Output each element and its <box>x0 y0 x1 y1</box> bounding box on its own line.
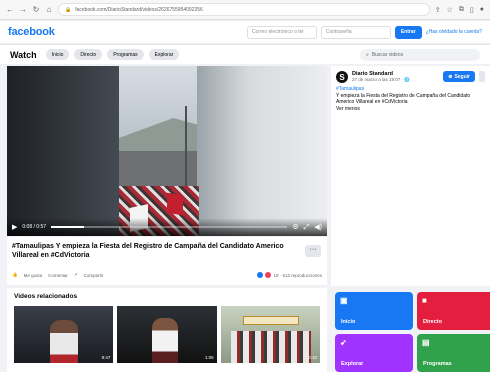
progress-bar[interactable] <box>51 226 288 228</box>
forward-icon[interactable]: → <box>19 5 27 14</box>
tile-programas[interactable]: ▤ Programas <box>417 334 490 372</box>
related-videos: Videos relacionados 8:47 1:05 0:10 <box>7 288 327 372</box>
post-description: #Tamaulipas Y empieza la Fiesta del Regi… <box>336 86 485 112</box>
rocket-icon: ➶ <box>340 338 347 347</box>
back-icon[interactable]: ← <box>6 5 14 14</box>
share-icon[interactable]: ↗ <box>74 272 78 278</box>
related-video-3[interactable]: 0:10 <box>220 306 320 363</box>
like-icon[interactable]: 👍 <box>12 272 18 278</box>
share-button[interactable]: Compartir <box>84 273 104 278</box>
video-duration: 0:10 <box>308 355 317 360</box>
like-button[interactable]: Me gusta <box>24 273 43 278</box>
player-controls: ▶ 0:08 / 0:57 ⚙ ⤢ ◀) <box>7 218 327 236</box>
tab-programas[interactable]: Programas <box>107 49 144 60</box>
tile-label: Explorar <box>341 361 364 367</box>
avatar[interactable]: S <box>336 71 348 83</box>
progress-fill <box>51 226 85 228</box>
share-icon[interactable]: ⇪ <box>435 6 441 14</box>
flag-red <box>167 192 183 216</box>
tab-inicio[interactable]: Inicio <box>45 49 70 60</box>
video-duration: 8:47 <box>101 355 111 360</box>
tile-inicio[interactable]: ▣ Inicio <box>335 292 413 330</box>
video-duration: 1:05 <box>204 355 214 360</box>
email-field[interactable]: Correo electrónico o tel <box>246 25 317 39</box>
search-placeholder: Buscar videos <box>371 51 404 58</box>
utility-pole <box>185 106 187 196</box>
publisher-panel: S Diario Standard 27 de marzo a las 19:0… <box>331 66 490 286</box>
forgot-account-link[interactable]: ¿Has olvidado la cuenta? <box>426 29 482 35</box>
watch-shortcut-tiles: ▣ Inicio ■ Directo ➶ Explorar ▤ Programa… <box>335 292 490 372</box>
action-bar: 👍 Me gusta Comentar ↗ Compartir <box>12 272 103 278</box>
tile-label: Programas <box>423 361 452 367</box>
facebook-header: facebook Correo electrónico o tel Contra… <box>0 21 490 43</box>
tab-explorar[interactable]: Explorar <box>148 49 180 60</box>
search-icon: ⌕ <box>366 51 369 58</box>
tv-icon: ▣ <box>340 296 348 305</box>
star-icon[interactable]: ☆ <box>447 6 453 14</box>
url-text: facebook.com/DiarioStandard/videos/26267… <box>75 6 203 13</box>
reload-icon[interactable]: ↻ <box>32 5 40 14</box>
description-text: Y empieza la Fiesta del Registro de Camp… <box>336 92 471 106</box>
related-video-2[interactable]: 1:05 <box>117 306 217 363</box>
tab-directo[interactable]: Directo <box>74 49 103 60</box>
building-right <box>197 66 327 236</box>
tile-label: Directo <box>423 319 442 325</box>
player-time: 0:08 / 0:57 <box>22 224 47 230</box>
bookmark-icon: ▤ <box>422 338 430 347</box>
related-video-1[interactable]: 8:47 <box>14 306 114 363</box>
browser-toolbar: ← → ↻ ⌂ 🔒 facebook.com/DiarioStandard/vi… <box>0 0 490 20</box>
like-reaction-icon <box>257 272 264 278</box>
video-info-card: #Tamaulipas Y empieza la Fiesta del Regi… <box>7 237 327 285</box>
comment-button[interactable]: Comentar <box>48 273 68 278</box>
tile-directo[interactable]: ■ Directo <box>417 292 490 330</box>
more-options-button[interactable]: ··· <box>305 245 321 257</box>
post-timestamp[interactable]: 27 de marzo a las 19:07 · 🌐 <box>352 77 410 83</box>
see-less-link[interactable]: Ver menos <box>336 106 485 113</box>
building-left <box>7 66 119 236</box>
password-field[interactable]: Contraseña <box>320 25 391 39</box>
reactions-text: 19 · 512 reproducciones <box>273 272 322 278</box>
profile-icon[interactable]: ● <box>480 6 484 14</box>
tile-label: Inicio <box>341 319 356 325</box>
lock-icon: 🔒 <box>65 6 72 13</box>
home-icon[interactable]: ⌂ <box>45 5 53 14</box>
tile-explorar[interactable]: ➶ Explorar <box>335 334 413 372</box>
love-reaction-icon <box>265 272 272 278</box>
fullscreen-icon[interactable]: ⤢ <box>304 224 310 231</box>
reactions-summary[interactable]: 19 · 512 reproducciones <box>257 272 322 278</box>
video-title: #Tamaulipas Y empieza la Fiesta del Regi… <box>12 243 284 259</box>
sidebar-icon[interactable]: ▯ <box>470 6 474 14</box>
play-icon[interactable]: ▶ <box>12 224 17 231</box>
extensions-icon[interactable]: ⧉ <box>459 6 464 14</box>
login-form: Correo electrónico o tel Contraseña Entr… <box>246 25 482 39</box>
follow-icon: ⊕ <box>448 73 453 80</box>
video-search-input[interactable]: ⌕ Buscar videos <box>360 48 480 61</box>
facebook-logo[interactable]: facebook <box>8 26 55 38</box>
watch-nav: Watch Inicio Directo Programas Explorar … <box>0 44 490 64</box>
login-button[interactable]: Entrar <box>394 25 422 39</box>
follow-more-button[interactable] <box>479 71 485 82</box>
volume-icon[interactable]: ◀) <box>314 224 322 231</box>
watch-title: Watch <box>10 49 37 60</box>
video-player[interactable]: ▶ 0:08 / 0:57 ⚙ ⤢ ◀) <box>7 66 327 236</box>
settings-icon[interactable]: ⚙ <box>292 224 298 231</box>
address-bar[interactable]: 🔒 facebook.com/DiarioStandard/videos/262… <box>58 3 430 16</box>
related-title: Videos relacionados <box>14 293 78 300</box>
follow-button[interactable]: ⊕ Seguir <box>443 71 475 82</box>
live-icon: ■ <box>422 296 427 305</box>
follow-label: Seguir <box>454 73 470 80</box>
